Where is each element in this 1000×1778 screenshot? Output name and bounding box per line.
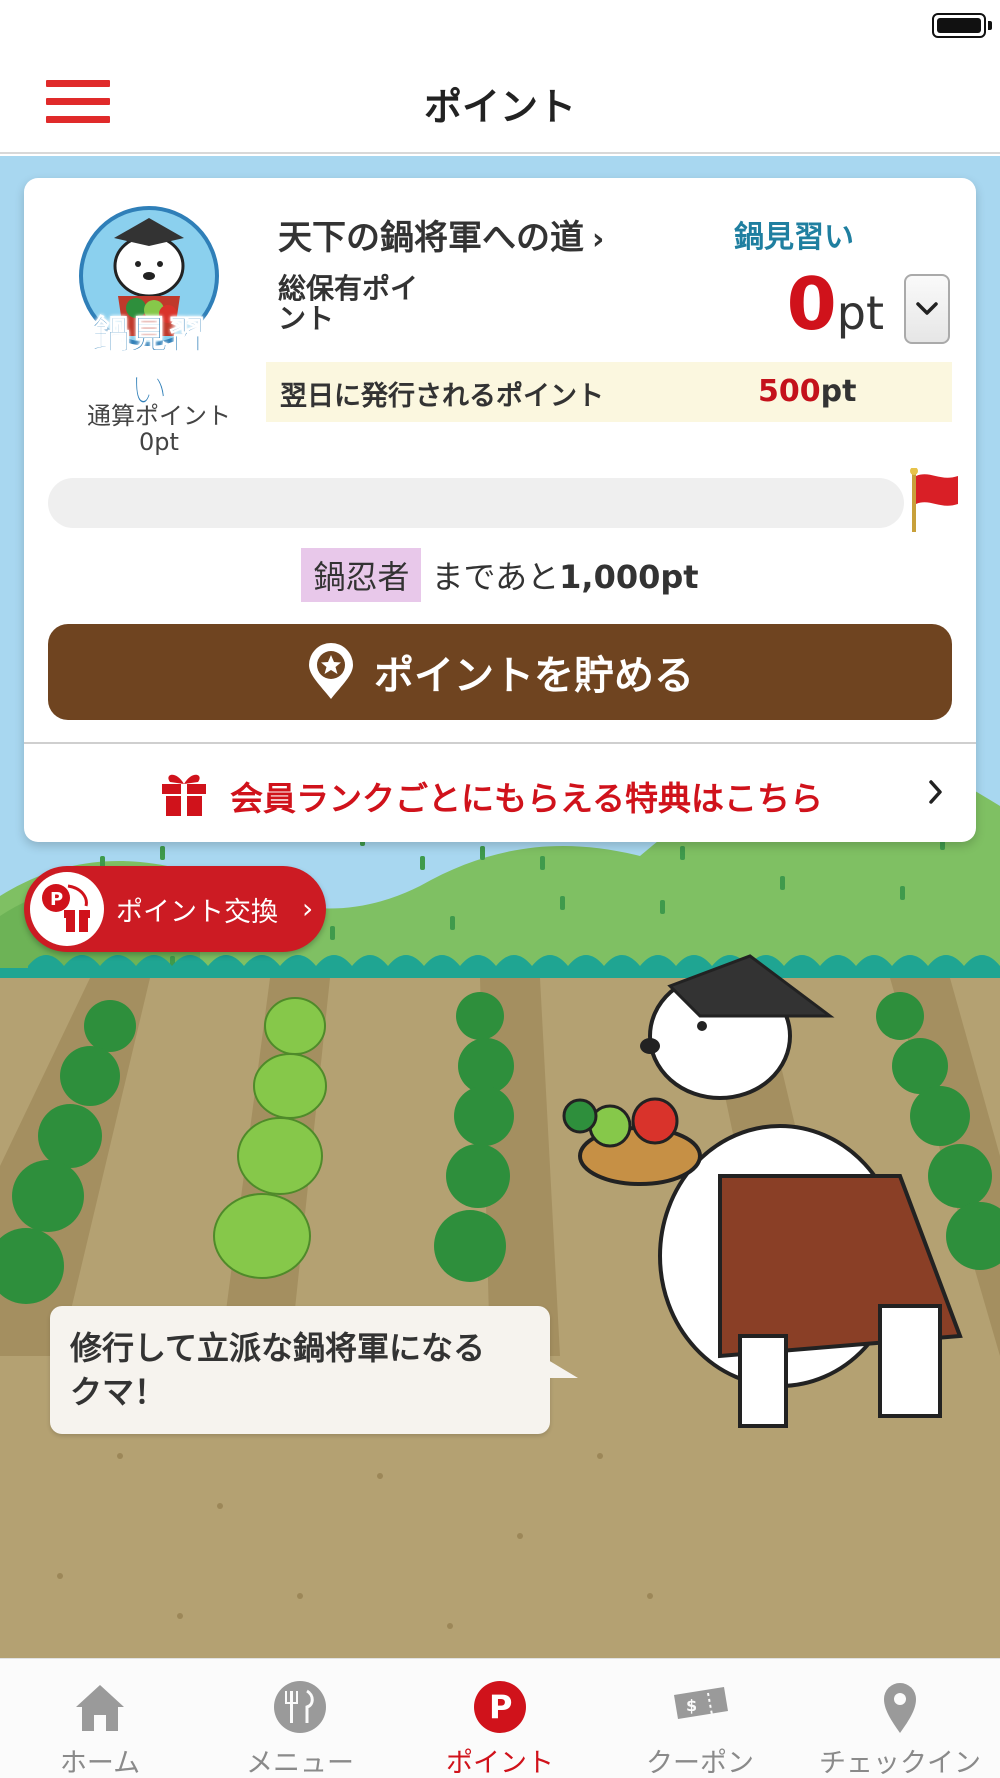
next-rank-info: 鍋忍者 まであと1,000pt [24,548,976,602]
next-day-points-value: 500pt [758,374,856,409]
status-bar [0,0,1000,48]
point-exchange-button[interactable]: P ポイント交換 › [24,866,326,952]
speech-bubble-tail [548,1360,578,1378]
tab-point[interactable]: P ポイント [400,1659,600,1778]
goal-flag-icon [910,468,958,532]
total-points-value: 0pt [724,262,884,346]
gift-icon [162,774,206,816]
location-pin-icon [884,1683,916,1733]
point-exchange-label: ポイント交換 [116,897,278,928]
tab-home[interactable]: ホーム [0,1659,200,1778]
next-day-points-number: 500 [758,374,821,409]
point-exchange-icon: P [30,872,104,946]
tab-menu[interactable]: メニュー [200,1659,400,1778]
points-dropdown-button[interactable] [904,274,950,344]
tab-home-label: ホーム [59,1748,141,1778]
road-title-text: 天下の鍋将軍への道 [278,218,584,258]
road-to-shogun-link[interactable]: 天下の鍋将軍への道 › [278,210,604,259]
rank-badge: 鍋見習い [74,196,224,413]
chevron-down-icon [916,302,938,315]
speech-bubble-text: 修行して立派な鍋将軍になるクマ！ [70,1329,486,1411]
star-location-pin-icon [309,643,353,699]
menu-cutlery-icon [274,1681,326,1733]
next-day-points-box: 翌日に発行されるポイント 500pt [266,362,952,422]
svg-text:P: P [489,1688,512,1726]
total-points-unit: pt [836,286,884,340]
tab-point-label: ポイント [446,1748,554,1778]
next-rank-until-text: まであと [431,558,560,596]
svg-text:$: $ [686,1696,697,1715]
chevron-right-icon: › [592,222,605,257]
next-rank-tag: 鍋忍者 [301,548,422,602]
home-icon [76,1685,124,1731]
rank-progress-bar [48,478,904,528]
page-title: ポイント [423,85,576,129]
save-points-button[interactable]: ポイントを貯める [48,624,952,720]
tab-checkin[interactable]: チェックイン [800,1659,1000,1778]
svg-text:P: P [50,889,63,910]
next-rank-remaining-points: 1,000pt [559,558,699,596]
speech-bubble: 修行して立派な鍋将軍になるクマ！ [50,1306,550,1434]
rank-card: 鍋見習い 通算ポイント 0pt 天下の鍋将軍への道 › 鍋見習い 総保有ポイント … [24,178,976,842]
total-points-label: 総保有ポイント [278,272,419,335]
coupon-ticket-icon: $ [674,1687,728,1719]
save-points-label: ポイントを貯める [374,653,694,699]
point-p-icon: P [474,1681,526,1733]
tab-coupon-label: クーポン [646,1748,754,1778]
next-day-points-unit: pt [820,374,857,409]
cumulative-points-value: 0pt [139,428,179,456]
tab-menu-label: メニュー [246,1748,354,1778]
rank-benefits-link[interactable]: 会員ランクごとにもらえる特典はこちら [24,744,976,842]
chevron-right-icon [929,780,942,804]
tab-coupon[interactable]: $ クーポン [600,1659,800,1778]
battery-icon [932,13,986,38]
rank-benefits-label: 会員ランクごとにもらえる特典はこちら [230,779,824,818]
total-points-number: 0 [786,262,837,346]
cumulative-points-label: 通算ポイント [87,402,231,430]
app-bar: ポイント [0,48,1000,154]
bottom-tab-bar: ホーム メニュー P ポイント $ クーポン チェックイン [0,1658,1000,1778]
tab-checkin-label: チェックイン [819,1748,981,1778]
current-rank-name: 鍋見習い [734,220,854,255]
next-day-points-label: 翌日に発行されるポイント [280,381,604,412]
chevron-right-icon: › [302,892,314,925]
battery-tip [988,21,992,30]
